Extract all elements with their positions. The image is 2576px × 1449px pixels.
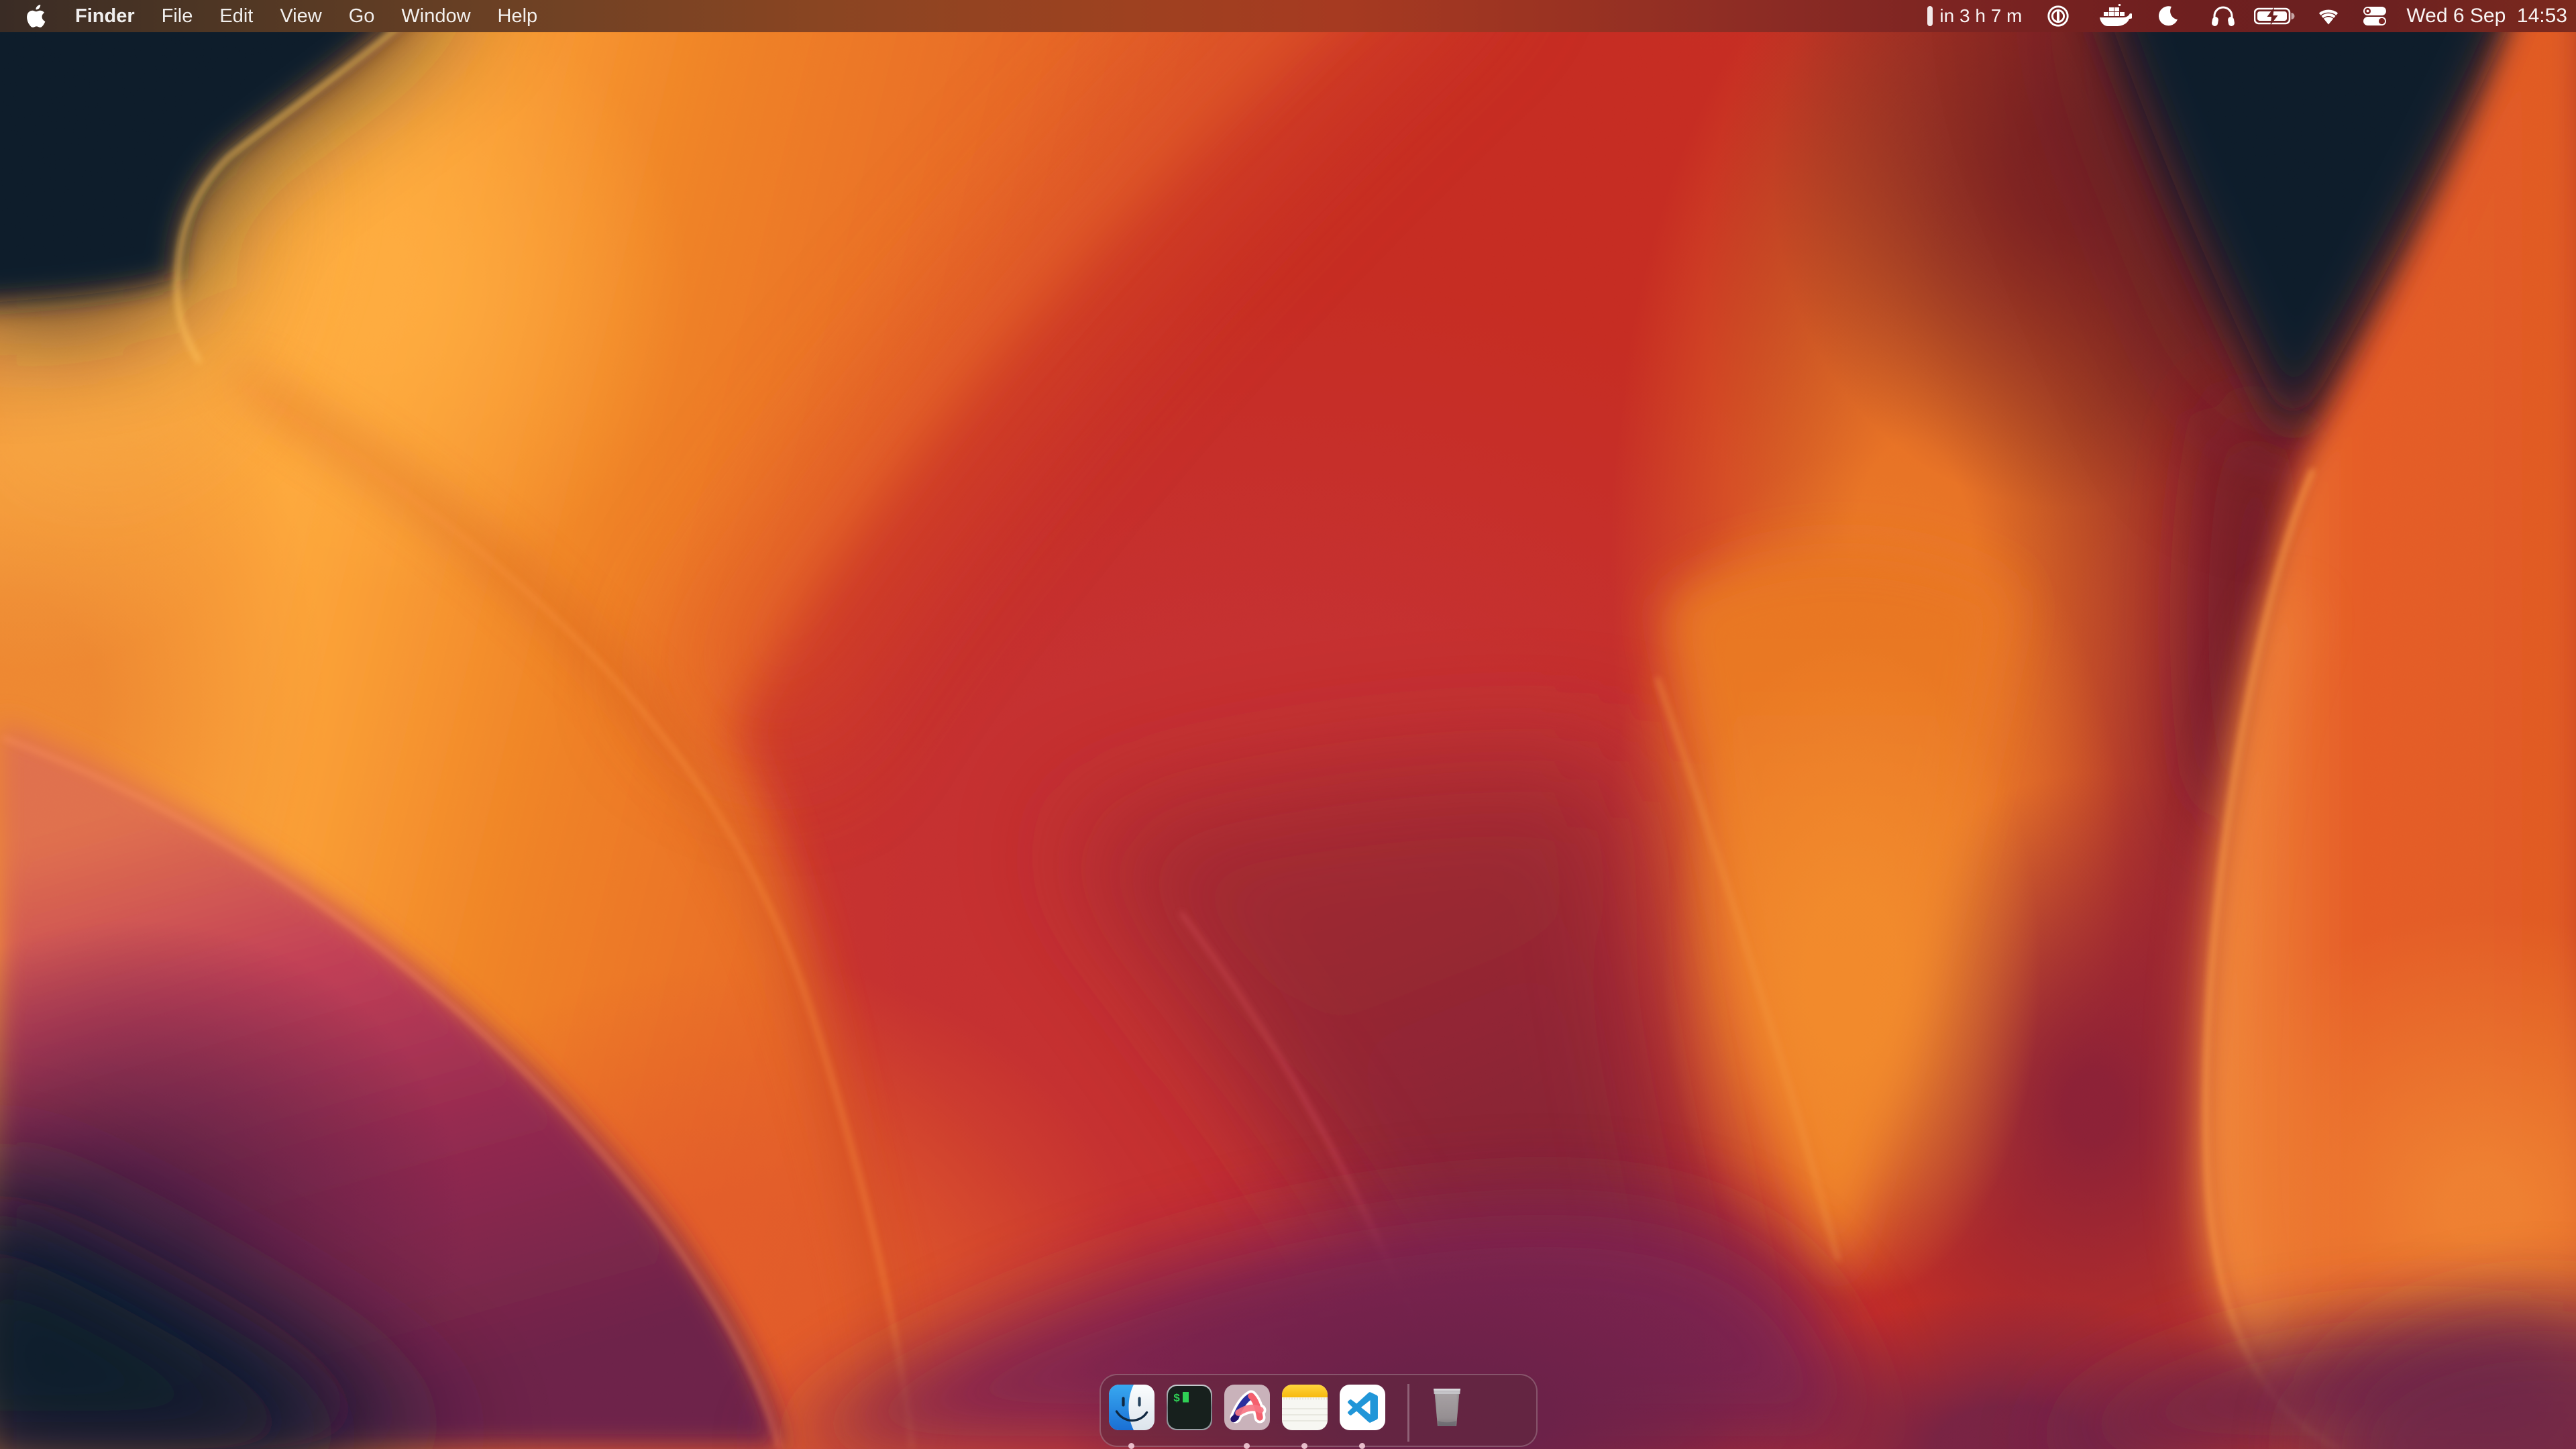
svg-text:$: $ bbox=[1173, 1393, 1180, 1405]
